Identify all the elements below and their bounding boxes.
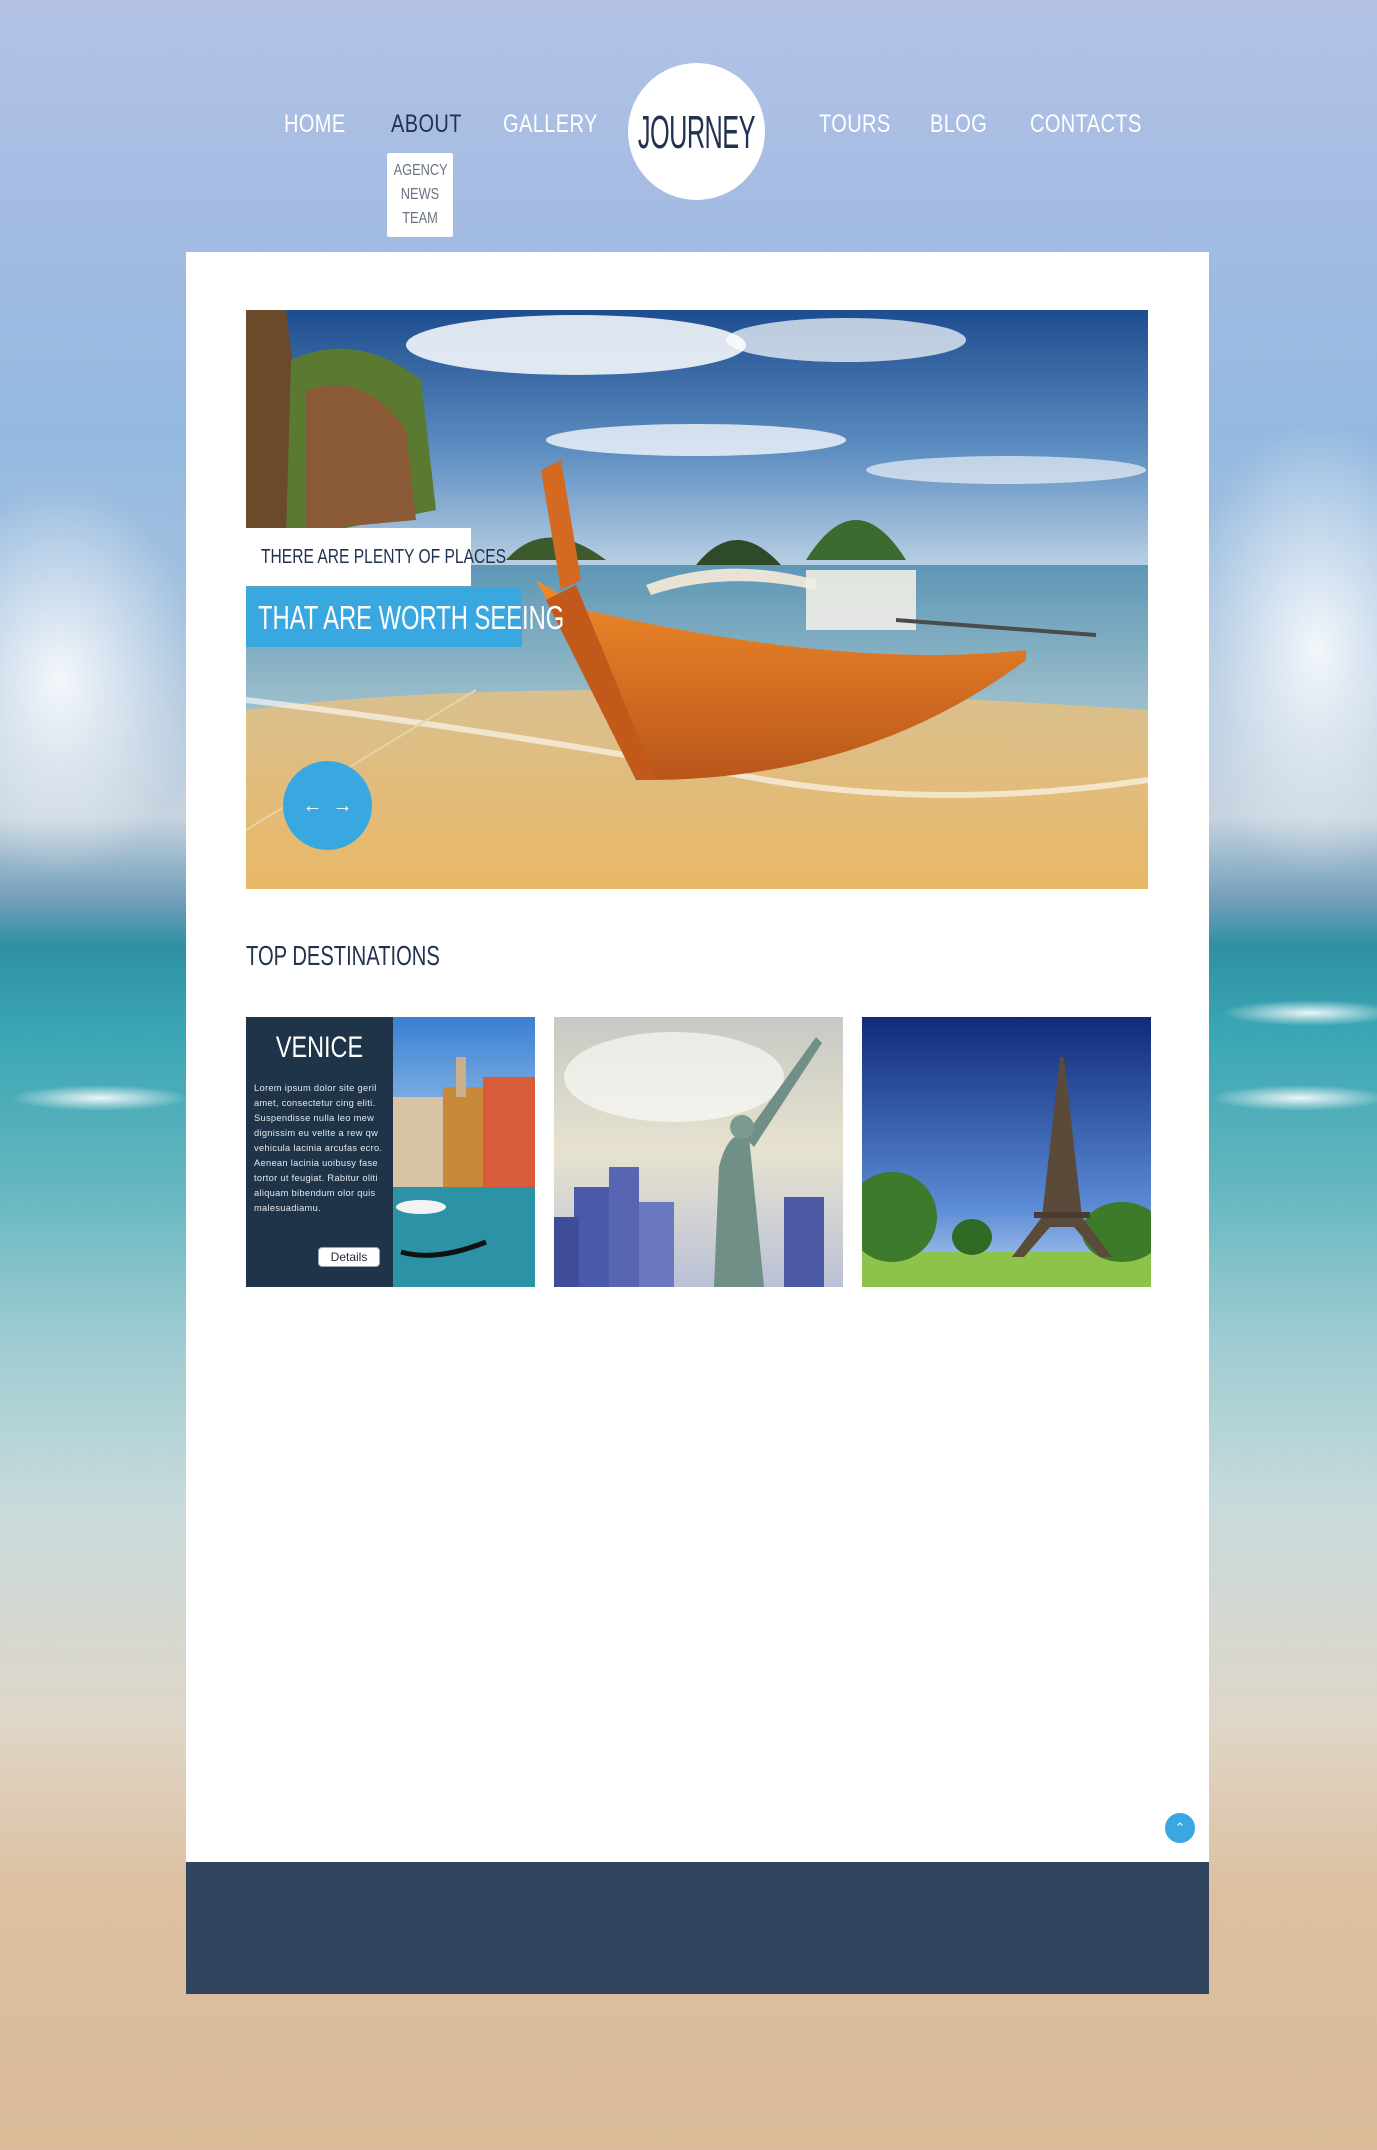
hero-caption-large: THAT ARE WORTH SEEING	[246, 588, 564, 647]
logo-text: JOURNEY	[637, 105, 756, 158]
background-cloud-left	[0, 480, 200, 880]
slider-controls: ← →	[283, 761, 372, 850]
background-wave	[1220, 1000, 1377, 1026]
nav-gallery[interactable]: GALLERY	[503, 110, 598, 139]
nav-tours[interactable]: TOURS	[819, 110, 891, 139]
submenu-item-team[interactable]: TEAM	[394, 207, 447, 231]
arrow-left-icon[interactable]: ←	[303, 796, 323, 816]
statue-of-liberty-image	[554, 1017, 843, 1287]
nav-about[interactable]: ABOUT	[391, 110, 462, 139]
nav-contacts[interactable]: CONTACTS	[1030, 110, 1142, 139]
nav-home[interactable]: HOME	[284, 110, 346, 139]
submenu-item-news[interactable]: NEWS	[394, 183, 447, 207]
section-title-top-destinations: TOP DESTINATIONS	[246, 940, 440, 971]
destination-description: Lorem ipsum dolor site geril amet, conse…	[254, 1083, 383, 1213]
nav-blog[interactable]: BLOG	[930, 110, 987, 139]
eiffel-tower-image	[862, 1017, 1151, 1287]
chevron-up-icon[interactable]: ⌃	[1165, 1813, 1195, 1843]
destination-name: VENICE	[275, 1031, 364, 1064]
arrow-right-icon[interactable]: →	[333, 796, 353, 816]
destination-card-overlay: VENICE Lorem ipsum dolor site geril amet…	[246, 1017, 393, 1287]
destination-card-paris[interactable]	[862, 1017, 1151, 1287]
main-navigation: HOME ABOUT GALLERY AGENCY NEWS TEAM JOUR…	[0, 0, 1377, 250]
background-wave	[10, 1085, 190, 1111]
about-submenu: AGENCY NEWS TEAM	[387, 153, 453, 237]
details-button[interactable]: Details	[318, 1247, 380, 1267]
hero-caption-small: THERE ARE PLENTY OF PLACES	[246, 528, 506, 586]
background-wave	[1210, 1085, 1377, 1111]
site-logo[interactable]: JOURNEY	[628, 63, 765, 200]
destination-card-venice[interactable]: VENICE Lorem ipsum dolor site geril amet…	[246, 1017, 535, 1287]
submenu-item-agency[interactable]: AGENCY	[394, 159, 448, 183]
destination-card-new-york[interactable]	[554, 1017, 843, 1287]
hero-slider[interactable]: THERE ARE PLENTY OF PLACES THAT ARE WORT…	[246, 310, 1148, 889]
footer	[186, 1862, 1209, 1994]
